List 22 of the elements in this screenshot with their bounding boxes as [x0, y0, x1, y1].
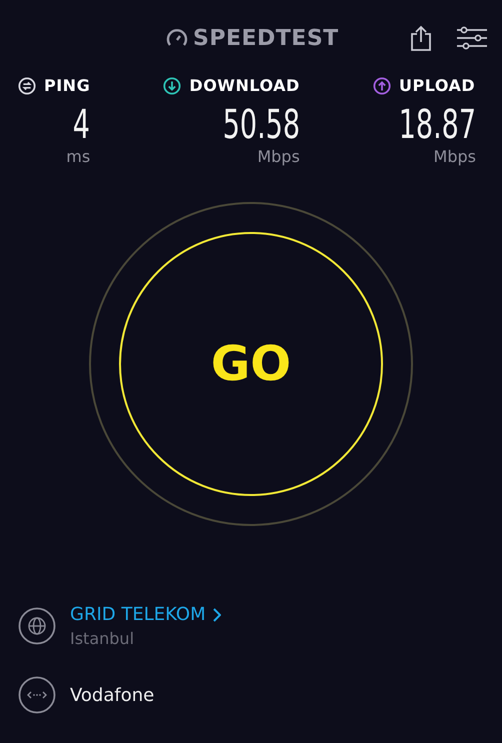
globe-icon: [18, 607, 56, 645]
metric-label: UPLOAD: [399, 76, 476, 95]
speedtest-logo: SPEEDTEST: [165, 26, 339, 50]
ping-icon: [18, 76, 36, 94]
server-location: Istanbul: [70, 629, 136, 648]
metric-label: PING: [44, 76, 90, 95]
connection-icon: [18, 676, 56, 714]
chevron-icon: [212, 608, 221, 622]
metric-unit: Mbps: [257, 147, 300, 166]
go-button[interactable]: GO: [119, 232, 383, 496]
download-icon: [163, 76, 182, 94]
metric-value: 50.58: [222, 103, 300, 147]
metric-unit: Mbps: [434, 147, 476, 166]
server-link[interactable]: GRID TELEKOM: [70, 604, 221, 625]
settings-icon[interactable]: [456, 25, 488, 51]
upload-icon: [373, 76, 391, 94]
metric-label: DOWNLOAD: [189, 76, 300, 95]
metric-value: 18.87: [398, 103, 476, 147]
share-icon[interactable]: [410, 25, 432, 51]
metric-value: 4: [73, 103, 90, 147]
metric-unit: ms: [66, 147, 90, 166]
provider-name: Vodafone: [70, 684, 154, 706]
